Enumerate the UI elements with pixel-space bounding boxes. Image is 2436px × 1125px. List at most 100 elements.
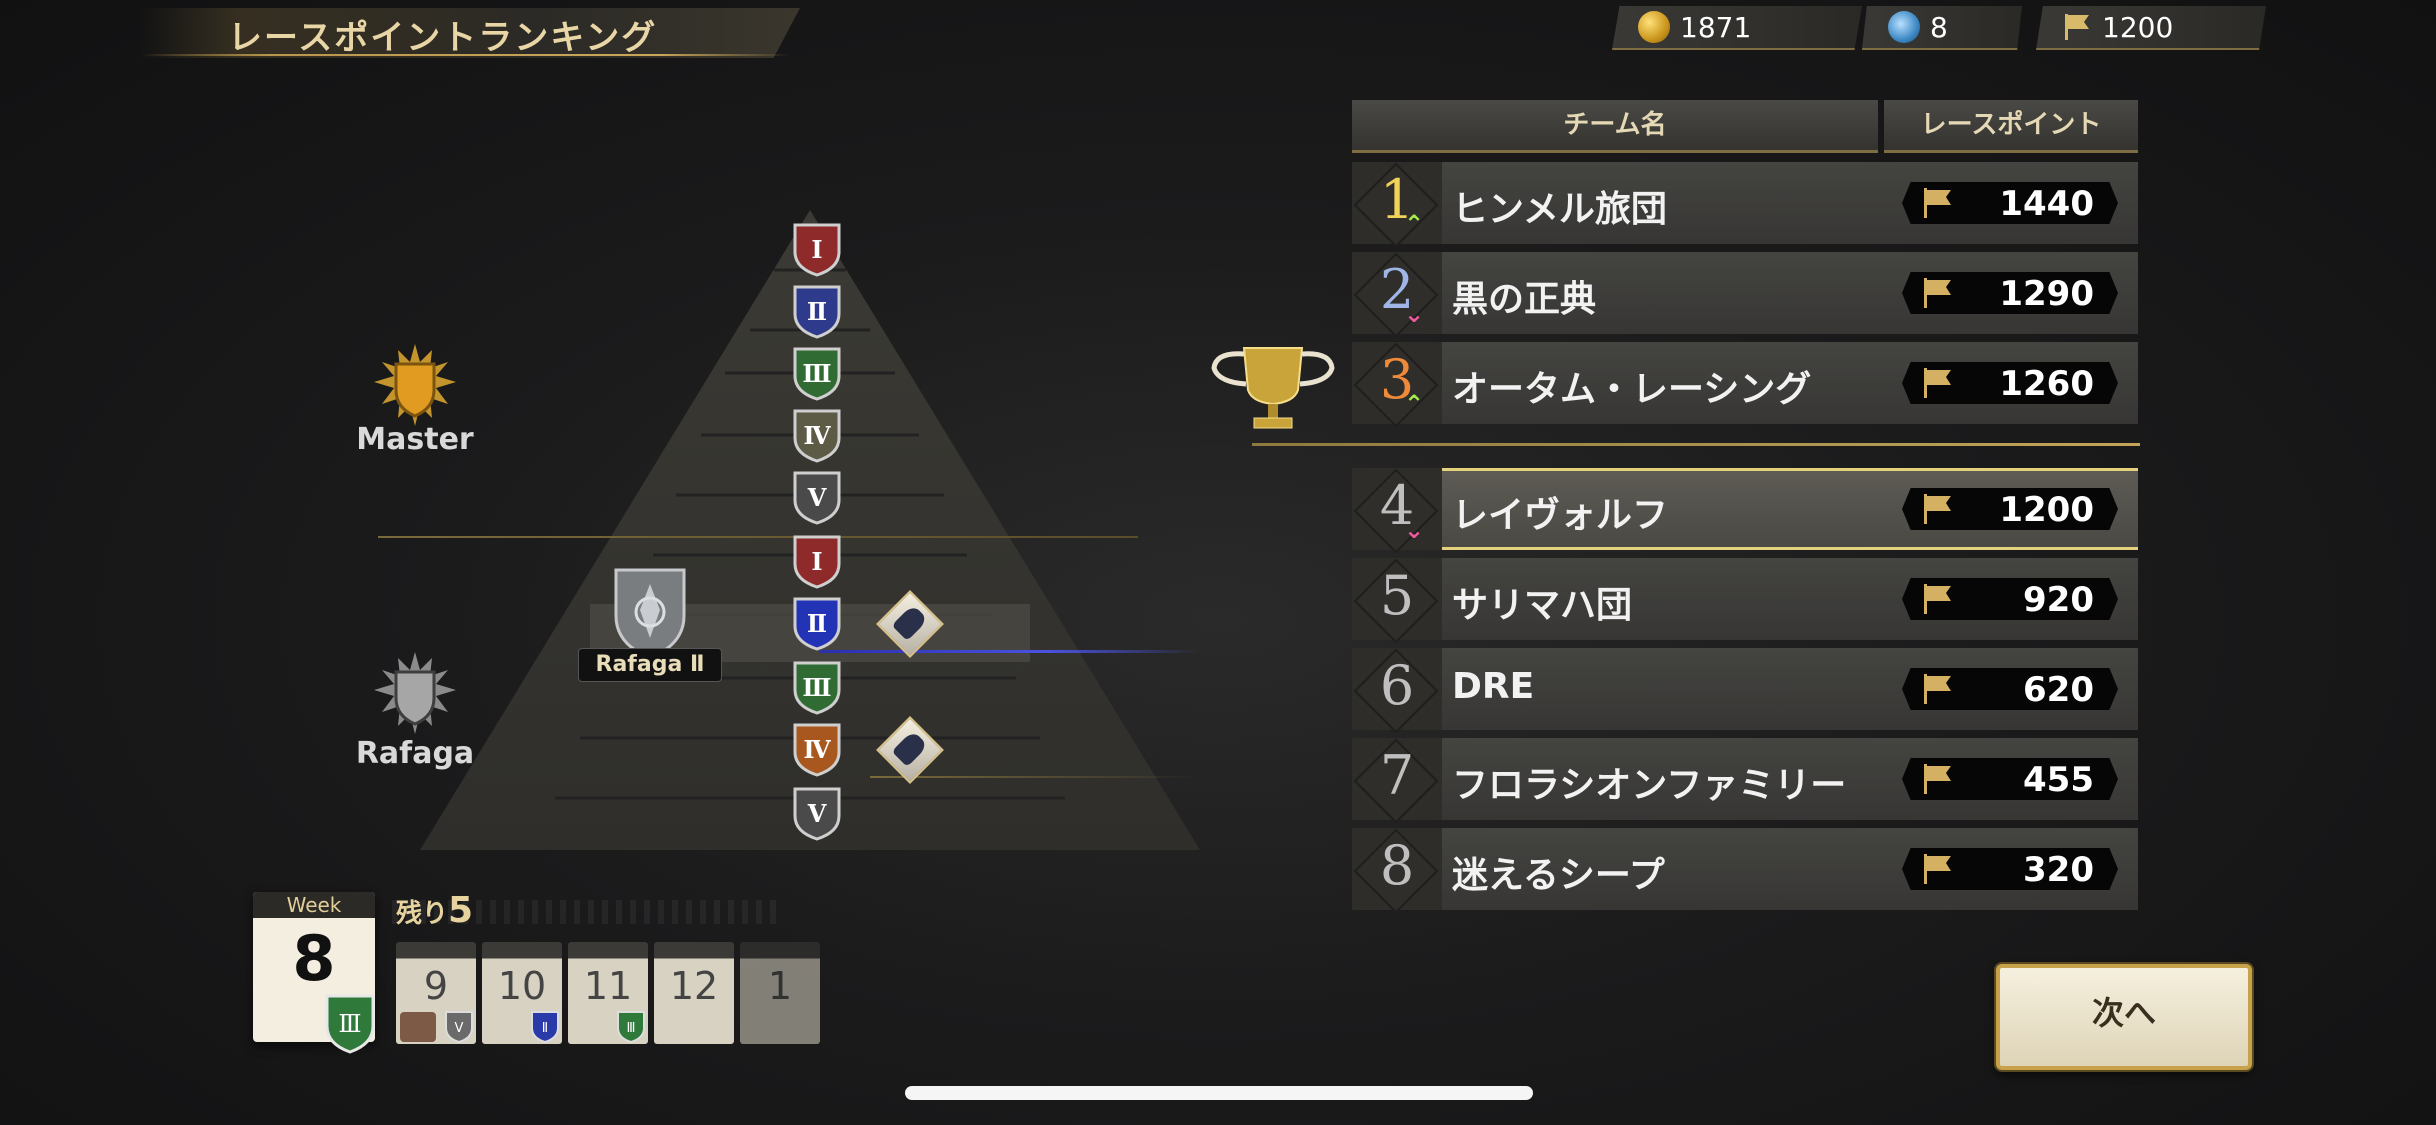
svg-text:Ⅴ: Ⅴ [455,1021,464,1036]
player-rank-label: Rafaga Ⅱ [578,648,722,682]
flag-icon [1924,764,1951,794]
svg-text:Ⅰ: Ⅰ [811,235,822,264]
gem-counter: 8 [1862,6,2022,50]
points-value: 920 [2023,580,2094,620]
trend-up-icon: ⌃ [1404,210,1425,238]
ranking-row[interactable]: 6 DRE 620 [1352,648,2138,734]
flag-icon [1924,368,1951,398]
svg-text:Ⅱ: Ⅱ [807,609,827,638]
ranking-row[interactable]: 1 ⌃ ヒンメル旅団 1440 [1352,162,2138,248]
tier-shield-icon: Ⅱ [792,596,842,656]
master-league-label: Master [356,422,474,457]
week-tile: 10 Ⅱ [482,942,562,1044]
page-title: レースポイントランキング [228,18,658,58]
rafaga-league-label: Rafaga [355,736,475,771]
flag-icon [1924,188,1951,218]
points-value: 1200 [1999,490,2094,530]
ranking-row[interactable]: 2 ⌄ 黒の正典 1290 [1352,252,2138,338]
svg-text:Ⅲ: Ⅲ [338,1010,361,1038]
svg-text:Ⅳ: Ⅳ [803,735,831,764]
points-value: 1290 [1999,274,2094,314]
points-pill: 320 [1902,848,2118,890]
svg-text:Ⅴ: Ⅴ [807,483,827,512]
svg-text:Ⅴ: Ⅴ [807,799,827,828]
item-chest-icon [400,1012,436,1042]
flag-icon [1924,674,1951,704]
tier-shield-icon: Ⅰ [792,534,842,594]
ranking-row[interactable]: 8 迷えるシープ 320 [1352,828,2138,914]
flag-icon [2065,14,2089,40]
team-name: オータム・レーシング [1452,369,1812,410]
flag-icon [1924,854,1951,884]
points-pill: 620 [1902,668,2118,710]
svg-text:Ⅲ: Ⅲ [802,673,831,702]
svg-text:Ⅳ: Ⅳ [803,421,831,450]
tier-shield-icon: Ⅲ [792,660,842,720]
points-pill: 1440 [1902,182,2118,224]
ranking-row[interactable]: 3 ⌃ オータム・レーシング 1260 [1352,342,2138,428]
race-points-value: 1200 [2102,10,2174,44]
rival-position-line [870,776,1200,778]
team-name: レイヴォルフ [1452,495,1669,536]
rank-number: 6 [1379,654,1415,717]
tier-shield-icon: Ⅴ [792,470,842,530]
remaining-count: 5 [448,890,474,931]
points-value: 455 [2023,760,2094,800]
ranking-row[interactable]: 4 ⌄ レイヴォルフ 1200 [1352,468,2138,554]
flag-icon [1924,494,1951,524]
rank-number: 5 [1379,564,1415,627]
team-name: ヒンメル旅団 [1452,189,1667,230]
rank-number: 7 [1379,744,1415,807]
team-name: 迷えるシープ [1452,855,1665,896]
rank-number: 8 [1379,834,1415,897]
remaining-weeks-label: 残り5 [396,890,473,931]
gold-counter: 1871 [1612,6,1862,50]
player-position-line [820,650,1200,653]
points-pill: 1260 [1902,362,2118,404]
svg-text:Ⅱ: Ⅱ [542,1021,548,1036]
trend-up-icon: ⌃ [1404,390,1425,418]
master-league-emblem-icon [374,344,456,426]
svg-text:Ⅰ: Ⅰ [811,547,822,576]
tier-shield-icon: Ⅳ [792,408,842,468]
promotion-divider [1252,443,2140,446]
home-indicator[interactable] [905,1086,1533,1100]
race-points-counter: 1200 [2036,6,2266,50]
week-tier-shield-icon: Ⅲ [325,994,375,1054]
gold-coin-icon [1638,11,1670,43]
points-value: 1260 [1999,364,2094,404]
points-value: 1440 [1999,184,2094,224]
tier-shield-icon: Ⅰ [792,222,842,282]
week-header-label: Week [253,892,375,918]
tier-shield-icon: Ⅱ [531,1011,559,1044]
points-pill: 920 [1902,578,2118,620]
tier-shield-icon: Ⅱ [792,284,842,344]
gem-icon [1888,11,1920,43]
tier-shield-icon: Ⅴ [445,1011,473,1044]
week-tile: 9 Ⅴ [396,942,476,1044]
ranking-row[interactable]: 7 フロラシオンファミリー 455 [1352,738,2138,824]
team-name: 黒の正典 [1452,279,1597,320]
points-value: 320 [2023,850,2094,890]
week-tile: 11 Ⅲ [568,942,648,1044]
tier-shield-icon: Ⅳ [792,722,842,782]
svg-text:Ⅱ: Ⅱ [807,297,827,326]
tier-shield-icon: Ⅲ [617,1011,645,1044]
current-week-card: Week 8 Ⅲ [253,892,375,1054]
svg-text:Ⅲ: Ⅲ [802,359,831,388]
tier-shield-icon: Ⅲ [792,346,842,406]
gem-value: 8 [1930,10,1948,44]
gold-value: 1871 [1680,10,1752,44]
points-pill: 1290 [1902,272,2118,314]
points-pill: 455 [1902,758,2118,800]
points-value: 620 [2023,670,2094,710]
remaining-text: 残り [396,899,449,929]
next-button[interactable]: 次へ [1996,964,2252,1070]
trend-down-icon: ⌄ [1404,300,1425,328]
column-header-team: チーム名 [1352,100,1878,153]
flag-icon [1924,278,1951,308]
ranking-row[interactable]: 5 サリマハ団 920 [1352,558,2138,644]
league-divider [378,536,1138,538]
week-number: 8 [292,922,336,995]
trend-down-icon: ⌄ [1404,516,1425,544]
